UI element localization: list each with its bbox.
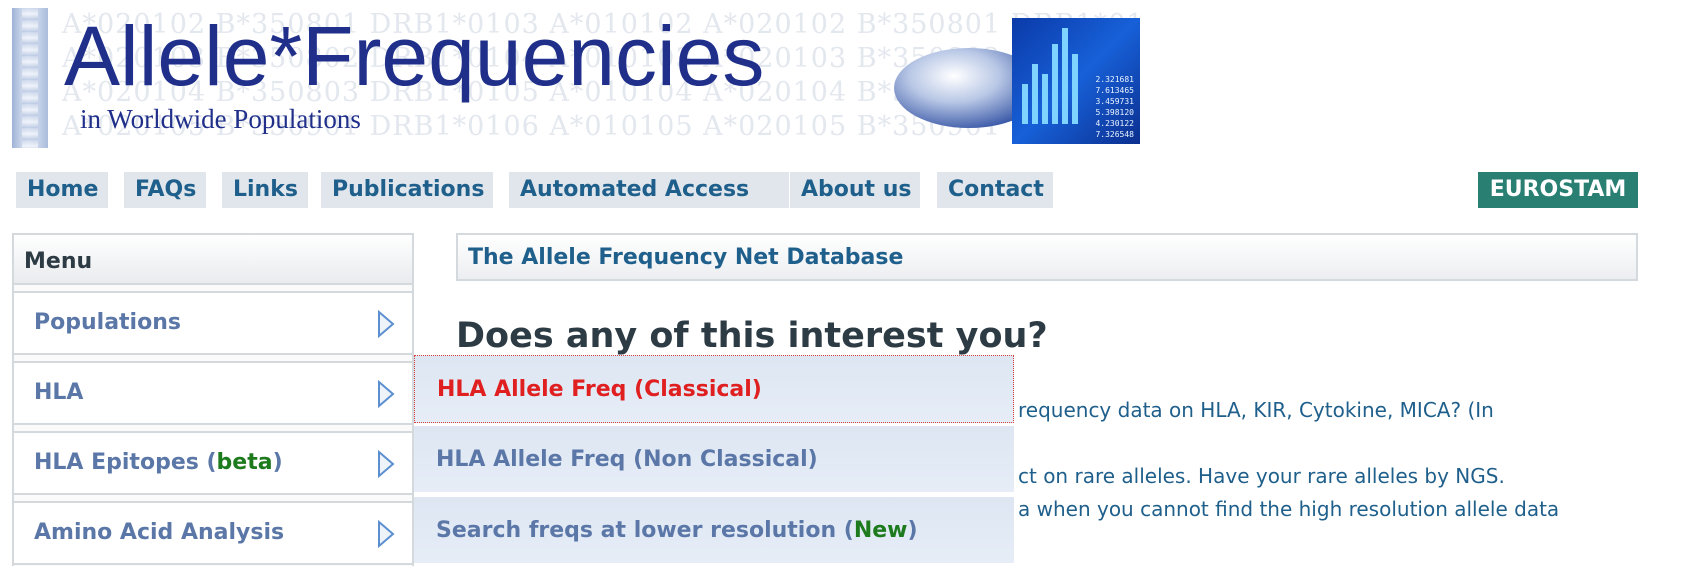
menu-item-hla[interactable]: HLA bbox=[14, 361, 412, 425]
chart-bar bbox=[1022, 84, 1028, 124]
nav-publications[interactable]: Publications bbox=[321, 172, 493, 208]
chart-number: 5.398120 bbox=[1095, 108, 1134, 117]
hla-epitopes-suffix: ) bbox=[272, 450, 283, 475]
nav-home[interactable]: Home bbox=[16, 172, 108, 208]
page: A*020102 B*350801 DRB1*0103 A*010102 A*0… bbox=[0, 0, 1698, 566]
chart-numbers: 2.321681 7.613465 3.459731 5.398120 4.23… bbox=[1095, 74, 1134, 140]
menu-header: Menu bbox=[14, 235, 412, 285]
hla-submenu: HLA Allele Freq (Classical) HLA Allele F… bbox=[414, 355, 1014, 566]
menu-item-amino-acid-analysis[interactable]: Amino Acid Analysis bbox=[14, 501, 412, 565]
database-title-box: The Allele Frequency Net Database bbox=[456, 233, 1638, 281]
submenu-item-label: Search freqs at lower resolution (New) bbox=[436, 518, 918, 543]
chart-bar bbox=[1072, 54, 1078, 124]
chart-number: 3.459731 bbox=[1095, 97, 1134, 106]
menu-item-label: HLA Epitopes (beta) bbox=[34, 450, 283, 475]
triangle-right-icon bbox=[378, 379, 395, 409]
hla-epitopes-prefix: HLA Epitopes ( bbox=[34, 450, 217, 475]
menu-title: Menu bbox=[24, 249, 93, 274]
chart-bar bbox=[1062, 28, 1068, 124]
nav-faqs[interactable]: FAQs bbox=[124, 172, 206, 208]
submenu-item-label: HLA Allele Freq (Non Classical) bbox=[436, 447, 818, 472]
chart-number: 7.326548 bbox=[1095, 130, 1134, 139]
submenu-item-label: HLA Allele Freq (Classical) bbox=[437, 377, 762, 402]
lower-resolution-prefix: Search freqs at lower resolution ( bbox=[436, 518, 854, 543]
site-subtitle: in Worldwide Populations bbox=[80, 104, 361, 134]
nav-eurostam[interactable]: EUROSTAM bbox=[1478, 172, 1638, 208]
intro-line-2: ct on rare alleles. Have your rare allel… bbox=[1018, 464, 1505, 488]
nav-automated-access[interactable]: Automated Access bbox=[509, 172, 789, 208]
chart-number: 7.613465 bbox=[1095, 86, 1134, 95]
chart-bar bbox=[1042, 74, 1048, 124]
globe-chart-graphic: 2.321681 7.613465 3.459731 5.398120 4.23… bbox=[892, 18, 1140, 144]
chart-bar bbox=[1032, 64, 1038, 124]
chart-number: 4.230122 bbox=[1095, 119, 1134, 128]
triangle-right-icon bbox=[378, 519, 395, 549]
menu-item-populations[interactable]: Populations bbox=[14, 291, 412, 355]
interest-heading: Does any of this interest you? bbox=[456, 316, 1048, 356]
dna-strip-graphic bbox=[12, 8, 48, 148]
intro-line-3: a when you cannot find the high resoluti… bbox=[1018, 497, 1560, 521]
menu-item-label: Amino Acid Analysis bbox=[34, 520, 285, 545]
nav-links[interactable]: Links bbox=[222, 172, 308, 208]
submenu-item-hla-non-classical[interactable]: HLA Allele Freq (Non Classical) bbox=[414, 426, 1014, 494]
nav-about-us[interactable]: About us bbox=[790, 172, 920, 208]
side-menu: Menu Populations HLA HLA Epitopes (beta)… bbox=[12, 233, 414, 566]
site-title: Allele*Frequencies bbox=[64, 9, 765, 103]
menu-item-label: Populations bbox=[34, 310, 181, 335]
intro-line-1: requency data on HLA, KIR, Cytokine, MIC… bbox=[1018, 398, 1494, 422]
submenu-item-hla-classical[interactable]: HLA Allele Freq (Classical) bbox=[414, 355, 1014, 423]
triangle-right-icon bbox=[378, 309, 395, 339]
triangle-right-icon bbox=[378, 449, 395, 479]
menu-item-label: HLA bbox=[34, 380, 84, 405]
site-banner[interactable]: A*020102 B*350801 DRB1*0103 A*010102 A*0… bbox=[12, 8, 1140, 148]
lower-resolution-suffix: ) bbox=[907, 518, 918, 543]
chart-bar bbox=[1052, 44, 1058, 124]
menu-item-hla-epitopes[interactable]: HLA Epitopes (beta) bbox=[14, 431, 412, 495]
database-title: The Allele Frequency Net Database bbox=[468, 245, 904, 270]
stock-chart-graphic: 2.321681 7.613465 3.459731 5.398120 4.23… bbox=[1012, 18, 1140, 144]
chart-number: 2.321681 bbox=[1095, 75, 1134, 84]
new-badge: New bbox=[853, 518, 908, 543]
submenu-item-lower-resolution[interactable]: Search freqs at lower resolution (New) bbox=[414, 497, 1014, 565]
beta-badge: beta bbox=[216, 450, 273, 475]
nav-contact[interactable]: Contact bbox=[937, 172, 1053, 208]
